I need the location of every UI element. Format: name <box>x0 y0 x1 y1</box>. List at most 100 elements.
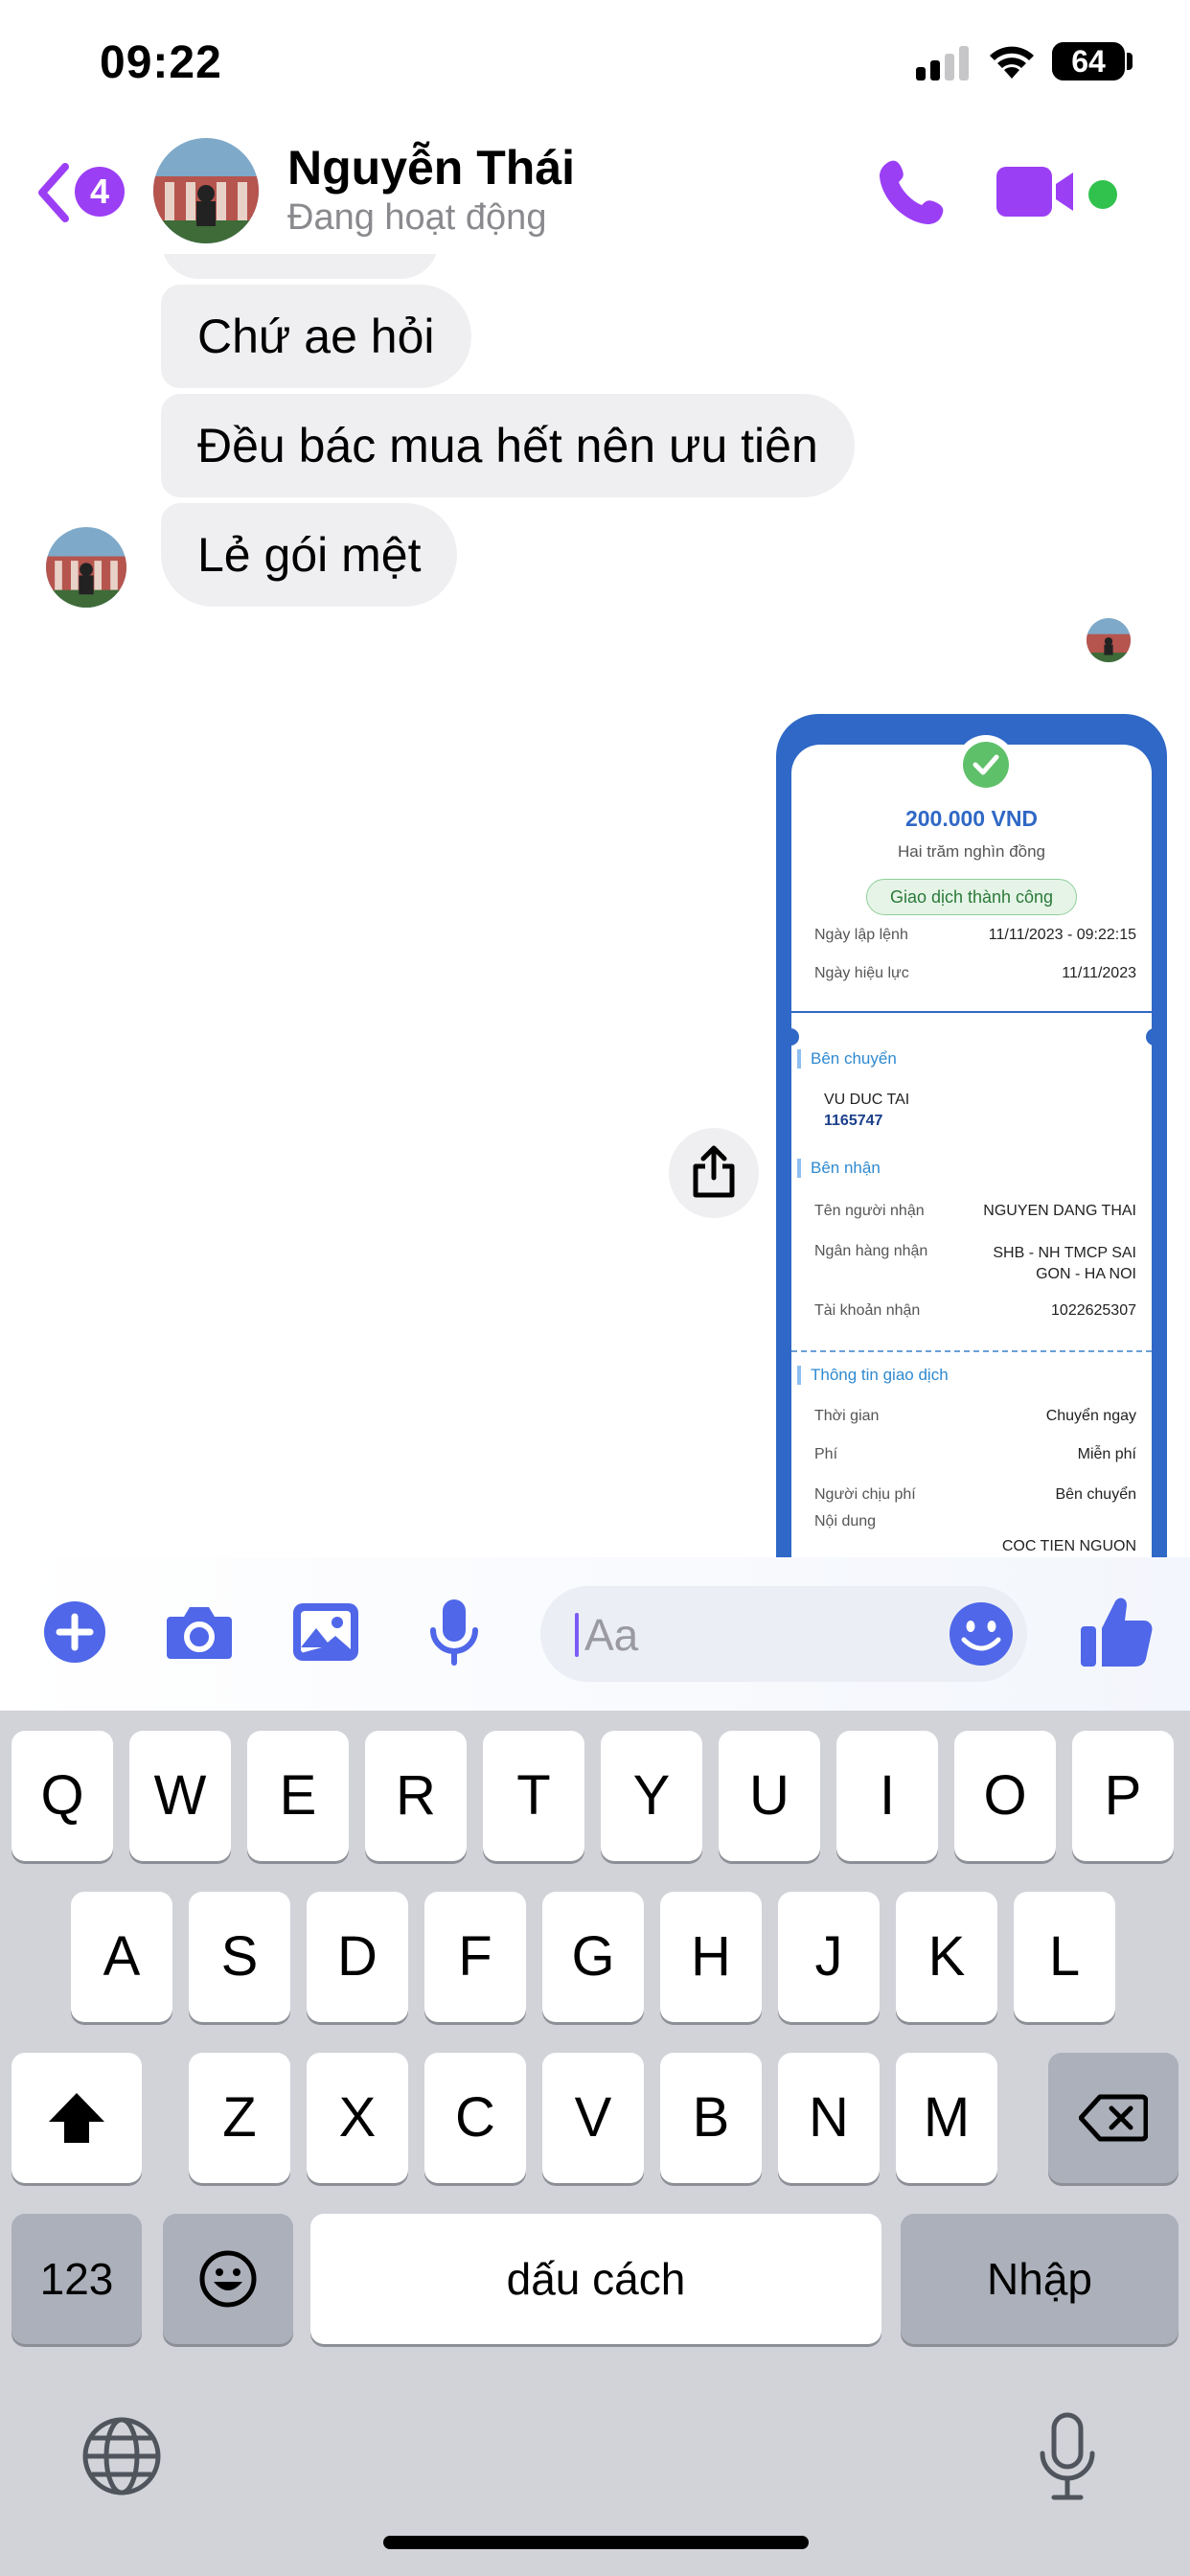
key-h[interactable]: H <box>660 1892 762 2022</box>
key-z[interactable]: Z <box>189 2053 290 2183</box>
input-placeholder: Aa <box>584 1610 639 1660</box>
key-c[interactable]: C <box>424 2053 526 2183</box>
row-value: 11/11/2023 - 09:22:15 <box>988 927 1136 943</box>
key-t[interactable]: T <box>483 1731 584 1861</box>
key-u[interactable]: U <box>719 1731 820 1861</box>
key-m[interactable]: M <box>896 2053 997 2183</box>
sender-account: 1165747 <box>824 1113 883 1129</box>
key-e[interactable]: E <box>247 1731 349 1861</box>
message-bubble[interactable]: Đều bác mua hết nên ưu tiên <box>161 394 855 497</box>
contact-avatar[interactable] <box>153 138 259 243</box>
key-k[interactable]: K <box>896 1892 997 2022</box>
key-o[interactable]: O <box>954 1731 1056 1861</box>
receipt-section-receiver: Bên nhận <box>797 1159 881 1178</box>
backspace-icon <box>1078 2094 1149 2142</box>
row-label: Ngày lập lệnh <box>814 927 908 943</box>
receipt-row-receiver-account: Tài khoản nhận 1022625307 <box>814 1302 1136 1320</box>
row-label: Thời gian <box>814 1408 880 1424</box>
chevron-left-icon <box>38 163 69 222</box>
key-r[interactable]: R <box>365 1731 467 1861</box>
message-list[interactable]: Chứ ae hỏi Đều bác mua hết nên ưu tiên L… <box>0 254 1190 1557</box>
wifi-icon <box>990 46 1034 79</box>
row-value: Bên chuyển <box>1055 1486 1136 1503</box>
message-bubble[interactable]: Chứ ae hỏi <box>161 285 471 388</box>
shift-key[interactable] <box>11 2053 142 2183</box>
globe-icon[interactable] <box>80 2415 163 2497</box>
key-w[interactable]: W <box>129 1731 231 1861</box>
plus-icon[interactable] <box>38 1596 111 1668</box>
row-label: Tài khoản nhận <box>814 1302 921 1319</box>
message-input[interactable]: Aa <box>540 1586 1027 1682</box>
dictation-microphone-icon[interactable] <box>1037 2411 1098 2503</box>
emoji-icon[interactable] <box>947 1599 1016 1668</box>
emoji-keyboard-icon <box>199 2250 257 2308</box>
online-indicator <box>1088 180 1117 209</box>
contact-status: Đang hoạt động <box>287 197 547 238</box>
key-p[interactable]: P <box>1072 1731 1174 1861</box>
row-label: Phí <box>814 1446 838 1462</box>
battery-icon: 64 <box>1052 42 1125 80</box>
receipt-status-badge: Giao dịch thành công <box>866 879 1077 915</box>
receipt-amount-words: Hai trăm nghìn đồng <box>897 842 1046 861</box>
message-bubble-partial[interactable] <box>161 254 439 279</box>
row-label: Tên người nhận <box>814 1203 925 1219</box>
receipt-row-fee-payer: Người chịu phí Bên chuyển <box>814 1486 1136 1504</box>
key-s[interactable]: S <box>189 1892 290 2022</box>
shift-icon <box>49 2093 104 2143</box>
space-key[interactable]: dấu cách <box>310 2214 881 2344</box>
microphone-icon[interactable] <box>418 1596 491 1668</box>
video-camera-icon[interactable] <box>996 163 1075 220</box>
image-icon[interactable] <box>289 1596 362 1668</box>
message-bubble[interactable]: Lẻ gói mệt <box>161 503 458 607</box>
key-f[interactable]: F <box>424 1892 526 2022</box>
transfer-receipt-image[interactable]: 200.000 VND Hai trăm nghìn đồng Giao dịc… <box>776 714 1167 1557</box>
sender-avatar[interactable] <box>46 527 126 608</box>
share-button[interactable] <box>669 1128 759 1218</box>
home-indicator[interactable] <box>383 2536 809 2549</box>
key-n[interactable]: N <box>778 2053 880 2183</box>
numbers-key[interactable]: 123 <box>11 2214 142 2344</box>
receipt-row-order-date: Ngày lập lệnh 11/11/2023 - 09:22:15 <box>814 927 1136 944</box>
key-a[interactable]: A <box>71 1892 172 2022</box>
key-l[interactable]: L <box>1014 1892 1115 2022</box>
key-y[interactable]: Y <box>601 1731 702 1861</box>
row-value: 1022625307 <box>1051 1302 1136 1319</box>
row-value: SHB - NH TMCP SAI GON - HA NOI <box>993 1243 1136 1285</box>
key-g[interactable]: G <box>542 1892 644 2022</box>
row-value: COC TIEN NGUON <box>1001 1538 1136 1554</box>
share-icon <box>693 1145 735 1198</box>
receipt-row-time: Thời gian Chuyển ngay <box>814 1408 1136 1425</box>
chat-header: 4 Nguyễn Thái Đang hoạt động <box>0 125 1190 254</box>
receipt-row-receiver-name: Tên người nhận NGUYEN DANG THAI <box>814 1203 1136 1220</box>
battery-level: 64 <box>1071 44 1106 79</box>
receipt-notch-left <box>782 1028 799 1046</box>
camera-icon[interactable] <box>163 1596 236 1668</box>
row-value: 11/11/2023 <box>1062 965 1136 981</box>
phone-icon[interactable] <box>876 155 950 230</box>
cellular-signal-icon <box>916 46 970 80</box>
back-button[interactable]: 4 <box>34 159 130 226</box>
row-label: Người chịu phí <box>814 1486 916 1503</box>
key-j[interactable]: J <box>778 1892 880 2022</box>
success-check-icon <box>956 735 1016 794</box>
delete-key[interactable] <box>1048 2053 1179 2183</box>
seen-receipt-avatar <box>1087 618 1131 662</box>
receipt-dashed-divider <box>791 1350 1152 1352</box>
thumbs-up-icon[interactable] <box>1077 1592 1156 1670</box>
key-b[interactable]: B <box>660 2053 762 2183</box>
return-key[interactable]: Nhập <box>901 2214 1179 2344</box>
key-q[interactable]: Q <box>11 1731 113 1861</box>
key-x[interactable]: X <box>307 2053 408 2183</box>
receipt-card: 200.000 VND Hai trăm nghìn đồng Giao dịc… <box>776 735 1167 1557</box>
receipt-amount: 200.000 VND <box>904 806 1039 831</box>
key-i[interactable]: I <box>836 1731 938 1861</box>
bank-line-2: GON - HA NOI <box>1036 1266 1136 1282</box>
key-v[interactable]: V <box>542 2053 644 2183</box>
status-time: 09:22 <box>100 37 222 88</box>
receipt-divider <box>776 1011 1167 1013</box>
key-d[interactable]: D <box>307 1892 408 2022</box>
contact-name[interactable]: Nguyễn Thái <box>287 140 575 196</box>
row-value: NGUYEN DANG THAI <box>983 1203 1136 1219</box>
receipt-row-receiver-bank: Ngân hàng nhận SHB - NH TMCP SAI GON - H… <box>814 1243 1136 1282</box>
emoji-key[interactable] <box>163 2214 293 2344</box>
